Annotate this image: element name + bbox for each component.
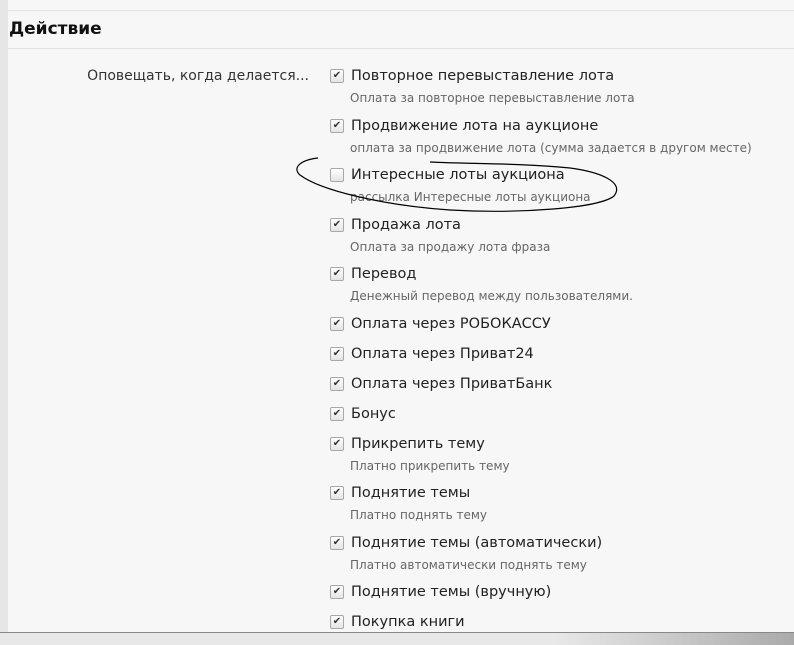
section-title: Действие [9,19,102,39]
checkbox-checked[interactable]: ✔ [330,406,344,421]
checkbox-checked[interactable]: ✔ [330,316,344,331]
check-icon: ✔ [332,119,342,131]
option-label[interactable]: Поднятие темы [351,485,470,501]
option-label[interactable]: Поднятие темы (вручную) [351,584,551,600]
checkbox-checked[interactable]: ✔ [330,535,344,550]
checkbox-checked[interactable]: ✔ [330,376,344,391]
option-label[interactable]: Оплата через Приват24 [351,346,534,362]
option-description: Оплата за продажу лота фраза [350,239,551,254]
left-border [0,0,8,644]
divider [8,48,794,49]
checkbox-checked[interactable]: ✔ [330,436,344,451]
option-label[interactable]: Продажа лота [351,217,461,233]
checkbox-checked[interactable]: ✔ [330,118,344,133]
check-icon: ✔ [332,586,342,597]
horizontal-scrollbar[interactable] [0,632,794,645]
check-icon: ✔ [332,487,342,498]
checkbox-checked[interactable]: ✔ [330,69,344,83]
checkbox-checked[interactable]: ✔ [330,346,344,361]
option-description: Денежный перевод между пользователями. [350,289,633,303]
option-label[interactable]: Оплата через РОБОКАССУ [351,316,551,332]
check-icon: ✔ [332,407,342,419]
option-label[interactable]: Продвижение лота на аукционе [351,118,598,134]
option-label[interactable]: Перевод [351,266,416,282]
option-description: Платно прикрепить тему [350,458,510,473]
check-icon: ✔ [332,218,342,230]
check-icon: ✔ [332,536,342,548]
checkbox-checked[interactable]: ✔ [330,267,344,281]
option-description: Платно автоматически поднять тему [350,557,587,572]
notify-label: Оповещать, когда делается... [87,68,309,84]
option-description: Платно поднять тему [350,508,487,522]
option-label[interactable]: Покупка книги [351,614,465,630]
check-icon: ✔ [332,347,342,359]
check-icon: ✔ [332,70,342,81]
checkbox-unchecked[interactable] [330,168,344,182]
option-label[interactable]: Оплата через ПриватБанк [351,376,552,392]
check-icon: ✔ [332,317,342,329]
option-label[interactable]: Повторное перевыставление лота [351,68,614,84]
option-label[interactable]: Бонус [351,406,396,422]
check-icon: ✔ [332,377,342,389]
option-description: оплата за продвижение лота (сумма задает… [350,140,752,155]
checkbox-checked[interactable]: ✔ [330,585,344,599]
check-icon: ✔ [332,616,342,627]
option-label[interactable]: Интересные лоты аукциона [351,167,565,183]
option-label[interactable]: Поднятие темы (автоматически) [351,535,602,551]
checkbox-checked[interactable]: ✔ [330,486,344,500]
divider [8,10,794,11]
check-icon: ✔ [332,437,342,449]
check-icon: ✔ [332,268,342,279]
checkbox-checked[interactable]: ✔ [330,217,344,232]
option-label[interactable]: Прикрепить тему [351,436,485,452]
option-description: рассылка Интересные лоты аукциона [350,190,591,204]
checkbox-checked[interactable]: ✔ [330,615,344,629]
option-description: Оплата за повторное перевыставление лота [350,91,635,105]
